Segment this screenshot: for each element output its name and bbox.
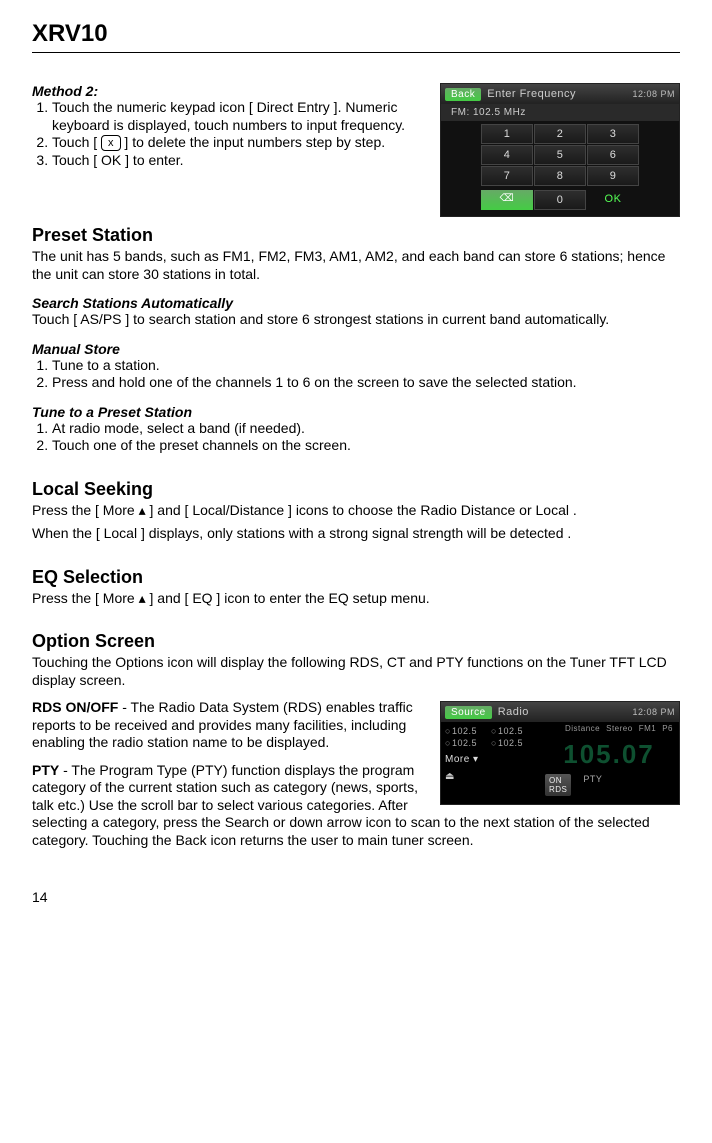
rs-meta-distance: Distance	[565, 724, 600, 733]
kp-key-5[interactable]: 5	[534, 145, 586, 165]
rs-rds-toggle[interactable]: ON RDS	[545, 774, 571, 796]
manual-list: Tune to a station. Press and hold one of…	[32, 357, 680, 392]
manual-item-1: Tune to a station.	[52, 357, 680, 375]
manual-item-2: Press and hold one of the channels 1 to …	[52, 374, 680, 392]
kp-key-0[interactable]: 0	[534, 190, 586, 210]
rs-eject-icon[interactable]: ⏏	[445, 771, 489, 782]
kp-clock: 12:08 PM	[632, 89, 675, 99]
local-heading: Local Seeking	[32, 479, 680, 500]
page-title: XRV10	[32, 20, 680, 48]
rds-label: RDS ON/OFF	[32, 699, 118, 715]
tune-heading: Tune to a Preset Station	[32, 404, 680, 420]
tune-item-1: At radio mode, select a band (if needed)…	[52, 420, 680, 438]
rs-meta-preset: P6	[662, 724, 673, 733]
delete-key-icon: x	[101, 135, 121, 151]
rs-title: Radio	[498, 706, 627, 718]
rs-preset-2[interactable]: 102.5	[491, 726, 535, 736]
rs-preset-3[interactable]: 102.5	[445, 738, 489, 748]
option-heading: Option Screen	[32, 631, 680, 652]
kp-key-7[interactable]: 7	[481, 166, 533, 186]
header-rule	[32, 52, 680, 53]
preset-heading: Preset Station	[32, 225, 680, 246]
radio-screenshot: Source Radio 12:08 PM 102.5 102.5 102.5 …	[440, 701, 680, 805]
rs-source-button[interactable]: Source	[445, 706, 492, 719]
option-intro: Touching the Options icon will display t…	[32, 654, 680, 689]
rs-clock: 12:08 PM	[632, 707, 675, 717]
eq-heading: EQ Selection	[32, 567, 680, 588]
kp-key-1[interactable]: 1	[481, 124, 533, 144]
kp-key-9[interactable]: 9	[587, 166, 639, 186]
local-line2: When the [ Local ] displays, only statio…	[32, 525, 680, 543]
tune-list: At radio mode, select a band (if needed)…	[32, 420, 680, 455]
rs-preset-4[interactable]: 102.5	[491, 738, 535, 748]
kp-key-2[interactable]: 2	[534, 124, 586, 144]
kp-key-8[interactable]: 8	[534, 166, 586, 186]
eq-body: Press the [ More ▴ ] and [ EQ ] icon to …	[32, 590, 680, 608]
auto-heading: Search Stations Automatically	[32, 295, 680, 311]
local-line1: Press the [ More ▴ ] and [ Local/Distanc…	[32, 502, 680, 520]
kp-ok[interactable]: OK	[587, 190, 639, 210]
keypad-screenshot: Back Enter Frequency 12:08 PM FM: 102.5 …	[440, 83, 680, 217]
kp-back-button[interactable]: Back	[445, 88, 481, 101]
rs-more[interactable]: More ▾	[445, 754, 489, 765]
page-number: 14	[32, 889, 680, 905]
pty-label: PTY	[32, 762, 59, 778]
rs-pty-button[interactable]: PTY	[583, 774, 602, 796]
rs-meta-band: FM1	[639, 724, 657, 733]
kp-fm-line: FM: 102.5 MHz	[441, 104, 679, 122]
rs-big-frequency: 105.07	[545, 739, 673, 770]
kp-key-4[interactable]: 4	[481, 145, 533, 165]
preset-body: The unit has 5 bands, such as FM1, FM2, …	[32, 248, 680, 283]
auto-body: Touch [ AS/PS ] to search station and st…	[32, 311, 680, 329]
rs-meta-stereo: Stereo	[606, 724, 633, 733]
kp-title: Enter Frequency	[487, 88, 626, 100]
manual-heading: Manual Store	[32, 341, 680, 357]
kp-key-6[interactable]: 6	[587, 145, 639, 165]
rs-preset-1[interactable]: 102.5	[445, 726, 489, 736]
tune-item-2: Touch one of the preset channels on the …	[52, 437, 680, 455]
kp-delete[interactable]: ⌫	[481, 190, 533, 210]
kp-key-3[interactable]: 3	[587, 124, 639, 144]
